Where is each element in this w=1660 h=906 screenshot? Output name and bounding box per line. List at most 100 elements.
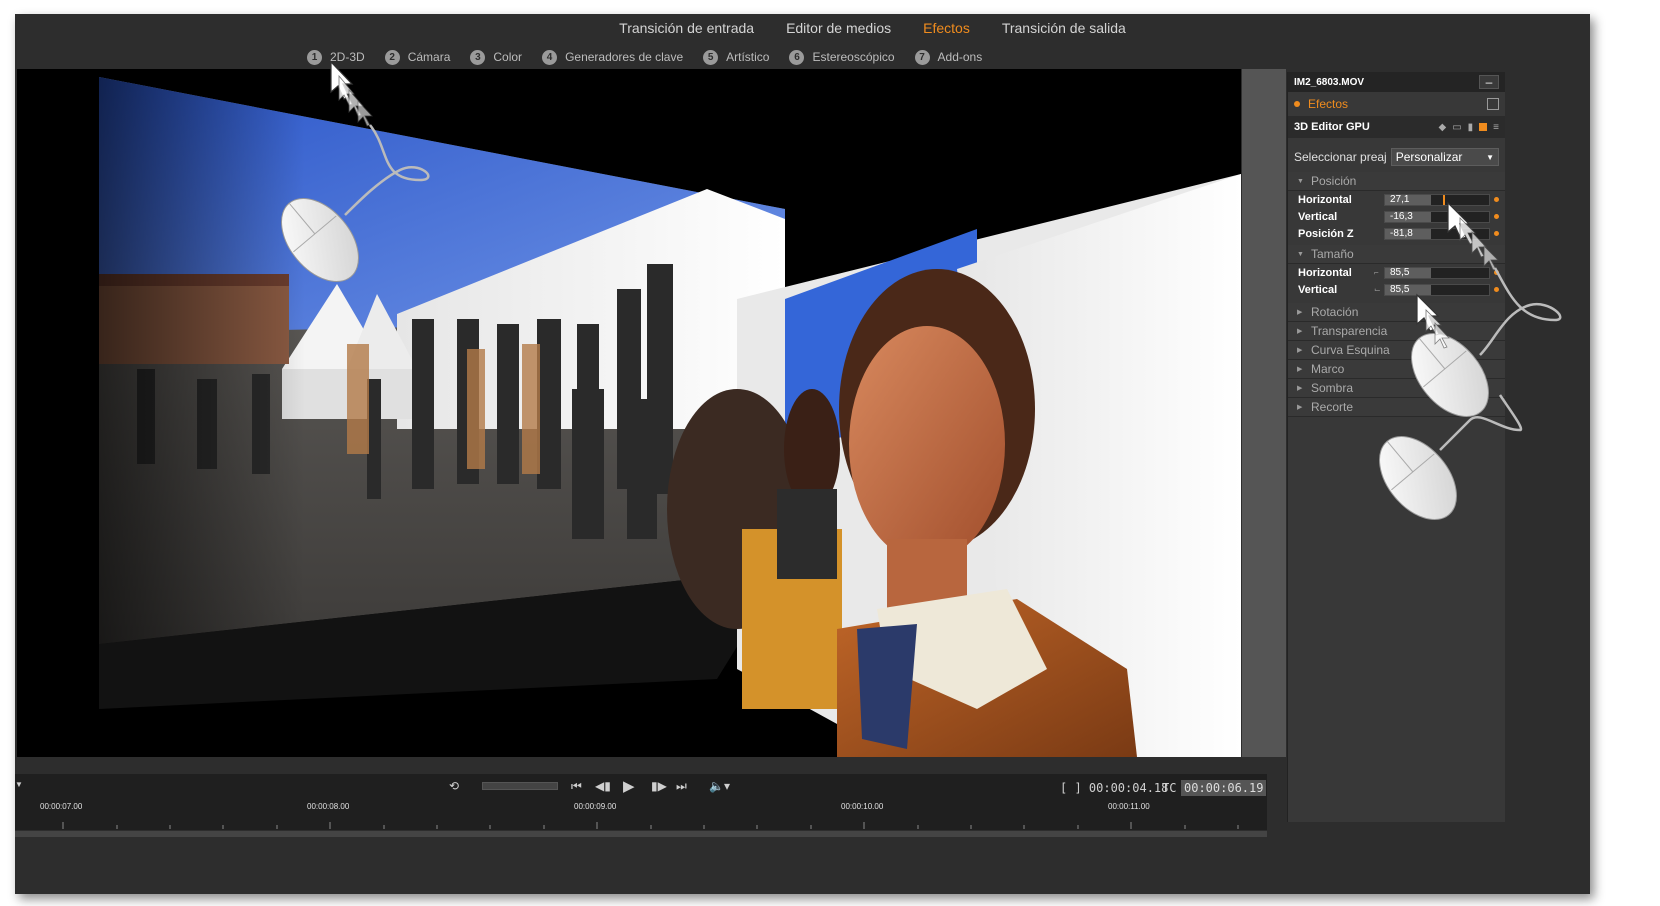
subtab-label: Color: [493, 50, 523, 64]
section-marco[interactable]: ▶ Marco: [1288, 360, 1505, 379]
number-badge: 1: [307, 49, 322, 65]
current-timecode[interactable]: 00:00:06.19: [1181, 780, 1267, 796]
param-slider[interactable]: 85,5: [1384, 283, 1490, 296]
panel-header: IM2_6803.MOV –: [1288, 72, 1505, 92]
step-back-icon[interactable]: ◀▮: [595, 779, 611, 793]
expand-icon: ▶: [1297, 404, 1303, 411]
param-value: 27,1: [1390, 193, 1410, 205]
keyframe-dot-icon[interactable]: [1494, 197, 1499, 202]
subtab-camara[interactable]: 2 Cámara: [384, 44, 451, 70]
section-sombra[interactable]: ▶ Sombra: [1288, 379, 1505, 398]
subtab-estereoscopico[interactable]: 6 Estereoscópico: [789, 44, 895, 70]
subtab-color[interactable]: 3 Color: [470, 44, 522, 70]
trash-icon[interactable]: ▮: [1468, 122, 1474, 133]
section-rotacion[interactable]: ▶ Rotación: [1288, 303, 1505, 322]
section-label: Marco: [1311, 362, 1345, 376]
expand-icon: ▼: [1297, 250, 1304, 258]
tab-transicion-entrada[interactable]: Transición de entrada: [619, 14, 754, 42]
top-tabs: Transición de entrada Editor de medios E…: [15, 14, 1590, 42]
subtab-label: Add-ons: [937, 50, 983, 64]
keyframe-dot-icon[interactable]: [1494, 287, 1499, 292]
menu-icon[interactable]: ≡: [1493, 122, 1499, 133]
in-out-timecode: [ ] 00:00:04.18: [1060, 781, 1169, 795]
param-row: Horizontal ⌐ 85,5: [1288, 264, 1505, 281]
number-badge: 4: [542, 49, 558, 65]
section-transparencia[interactable]: ▶ Transparencia: [1288, 322, 1505, 341]
loop-icon[interactable]: ⟲: [449, 779, 459, 793]
keyframe-icon[interactable]: ◆: [1438, 122, 1446, 133]
chevron-down-icon[interactable]: ▼: [15, 780, 23, 789]
lower-area: [15, 837, 1590, 894]
volume-icon[interactable]: 🔈▾: [709, 779, 730, 793]
param-label: Posición Z: [1298, 227, 1354, 240]
preset-row: Seleccionar preaj Personalizar ▼: [1288, 142, 1505, 172]
param-row: Vertical ⌙ 85,5: [1288, 281, 1505, 298]
subtab-2d-3d[interactable]: 1 2D-3D: [307, 44, 365, 70]
transport-bar: ▼ ⟲ ⏮ ◀▮ ▶ ▮▶ ⏭ 🔈▾ [ ] 00:00:04.18 TC 00…: [15, 774, 1267, 802]
go-to-start-icon[interactable]: ⏮: [571, 779, 582, 794]
section-recorte[interactable]: ▶ Recorte: [1288, 398, 1505, 417]
chevron-down-icon: ▼: [1486, 152, 1494, 162]
expand-icon: ▶: [1297, 347, 1303, 354]
video-preview[interactable]: [17, 69, 1241, 757]
subtab-artistico[interactable]: 5 Artístico: [703, 44, 769, 70]
subtab-generadores-clave[interactable]: 4 Generadores de clave: [542, 44, 683, 70]
shuttle-slider[interactable]: [482, 782, 558, 790]
go-to-end-icon[interactable]: ⏭: [676, 779, 687, 794]
param-slider[interactable]: 85,5: [1384, 266, 1490, 279]
section-tamano[interactable]: ▼ Tamaño: [1288, 245, 1505, 264]
effects-panel: IM2_6803.MOV – Efectos 3D Editor GPU ◆ ▭…: [1287, 72, 1505, 822]
clip-name: IM2_6803.MOV: [1294, 76, 1365, 88]
preview-side-strip: [1242, 69, 1286, 757]
subtab-add-ons[interactable]: 7 Add-ons: [914, 44, 983, 70]
section-label: Recorte: [1311, 400, 1354, 414]
preset-dropdown[interactable]: Personalizar ▼: [1390, 148, 1499, 166]
param-value: 85,5: [1390, 266, 1410, 278]
enable-toggle-icon[interactable]: [1479, 123, 1488, 131]
param-label: Vertical: [1298, 283, 1338, 296]
param-label: Vertical: [1298, 210, 1338, 223]
section-label: Posición: [1311, 174, 1357, 188]
step-forward-icon[interactable]: ▮▶: [651, 779, 667, 793]
subtab-label: Cámara: [407, 50, 451, 64]
timeline-ruler[interactable]: 00:00:07.00 00:00:08.00 00:00:09.00 00:0…: [15, 802, 1267, 830]
param-row: Horizontal 27,1: [1288, 191, 1505, 208]
keyframe-dot-icon[interactable]: [1494, 214, 1499, 219]
ruler-ticks: [62, 822, 1239, 829]
play-icon[interactable]: ▶: [623, 777, 635, 795]
settings-icon[interactable]: ▭: [1452, 122, 1461, 133]
keyframe-dot-icon[interactable]: [1494, 231, 1499, 236]
param-value: -16,3: [1390, 210, 1413, 222]
param-row: Vertical -16,3: [1288, 208, 1505, 225]
tab-editor-medios[interactable]: Editor de medios: [786, 14, 891, 42]
tab-transicion-salida[interactable]: Transición de salida: [1002, 14, 1126, 42]
app-window: Transición de entrada Editor de medios E…: [15, 14, 1590, 894]
section-curva-esquina[interactable]: ▶ Curva Esquina: [1288, 341, 1505, 360]
subtab-label: Estereoscópico: [812, 50, 895, 64]
effect-header: 3D Editor GPU ◆ ▭ ▮ ≡: [1288, 116, 1505, 138]
param-slider[interactable]: 27,1: [1384, 193, 1490, 206]
preset-label: Seleccionar preaj: [1294, 150, 1387, 164]
section-label: Transparencia: [1311, 324, 1388, 338]
link-icon[interactable]: ⌙: [1374, 285, 1384, 294]
param-slider[interactable]: -81,8: [1384, 227, 1490, 240]
save-icon[interactable]: [1487, 98, 1499, 110]
effects-label[interactable]: Efectos: [1308, 97, 1479, 111]
number-badge: 2: [384, 49, 400, 65]
number-badge: 6: [789, 49, 805, 65]
effects-row: Efectos: [1288, 92, 1505, 116]
section-posicion[interactable]: ▼ Posición: [1288, 172, 1505, 191]
subtab-label: Artístico: [726, 50, 770, 64]
tab-efectos[interactable]: Efectos: [923, 14, 970, 42]
link-icon[interactable]: ⌐: [1374, 268, 1384, 277]
effect-name: 3D Editor GPU: [1294, 121, 1370, 133]
param-label: Horizontal: [1298, 193, 1352, 206]
param-value: 85,5: [1390, 283, 1410, 295]
preset-value: Personalizar: [1395, 150, 1463, 164]
expand-icon: ▶: [1297, 328, 1303, 335]
collapse-button[interactable]: –: [1479, 75, 1499, 89]
subtab-label: 2D-3D: [330, 50, 365, 64]
param-slider[interactable]: -16,3: [1384, 210, 1490, 223]
keyframe-dot-icon[interactable]: [1494, 270, 1499, 275]
expand-icon: ▶: [1297, 385, 1303, 392]
